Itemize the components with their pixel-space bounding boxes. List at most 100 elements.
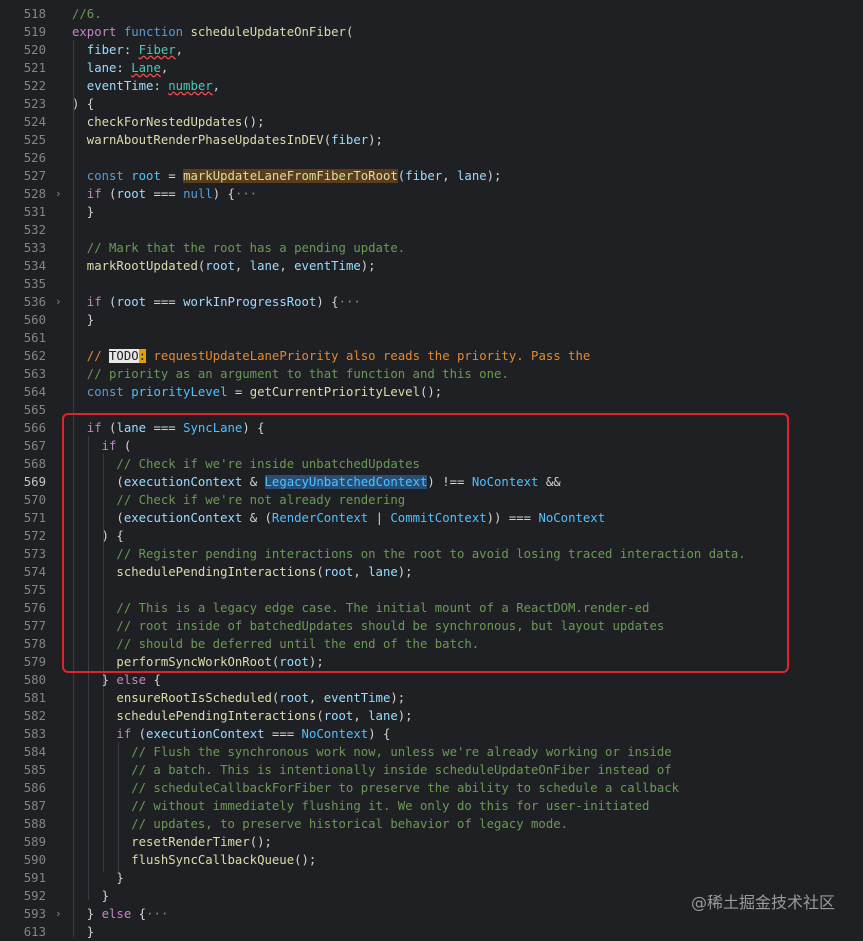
- code-line[interactable]: 525 warnAboutRenderPhaseUpdatesInDEV(fib…: [0, 131, 863, 149]
- line-number: 560: [23, 313, 46, 327]
- code-line[interactable]: 560 }: [0, 311, 863, 329]
- line-number: 581: [23, 691, 46, 705]
- fold-chevron-icon[interactable]: ›: [55, 185, 62, 203]
- code-line[interactable]: 524 checkForNestedUpdates();: [0, 113, 863, 131]
- line-number: 531: [23, 205, 46, 219]
- code-line[interactable]: 583 if (executionContext === NoContext) …: [0, 725, 863, 743]
- code-token: ,: [234, 259, 250, 273]
- code-token: ();: [294, 853, 317, 867]
- code-token: executionContext: [146, 727, 265, 741]
- code-token: resetRenderTimer: [72, 835, 250, 849]
- code-line[interactable]: 587 // without immediately flushing it. …: [0, 797, 863, 815]
- code-line[interactable]: 561: [0, 329, 863, 347]
- code-line[interactable]: 522 eventTime: number,: [0, 77, 863, 95]
- code-text: // Flush the synchronous work now, unles…: [72, 743, 671, 761]
- code-line[interactable]: 564 const priorityLevel = getCurrentPrio…: [0, 383, 863, 401]
- code-token: priorityLevel: [131, 385, 228, 399]
- code-token: ) {: [368, 727, 391, 741]
- line-number: 568: [23, 457, 46, 471]
- code-token: ,: [279, 259, 295, 273]
- code-token: function: [123, 25, 191, 39]
- code-line[interactable]: 585 // a batch. This is intentionally in…: [0, 761, 863, 779]
- code-token: markUpdateLaneFromFiberToRoot: [183, 169, 398, 183]
- code-line[interactable]: 588 // updates, to preserve historical b…: [0, 815, 863, 833]
- code-line[interactable]: 580 } else {: [0, 671, 863, 689]
- code-line[interactable]: 535: [0, 275, 863, 293]
- code-line[interactable]: 523) {: [0, 95, 863, 113]
- code-token: ···: [146, 907, 169, 921]
- code-text: }: [72, 887, 109, 905]
- code-token: );: [360, 259, 376, 273]
- code-token: root: [279, 691, 309, 705]
- code-line[interactable]: 582 schedulePendingInteractions(root, la…: [0, 707, 863, 725]
- code-token: root: [116, 295, 147, 309]
- code-line[interactable]: 584 // Flush the synchronous work now, u…: [0, 743, 863, 761]
- code-line[interactable]: 563 // priority as an argument to that f…: [0, 365, 863, 383]
- code-line[interactable]: 534 markRootUpdated(root, lane, eventTim…: [0, 257, 863, 275]
- code-line[interactable]: 519 export function scheduleUpdateOnFiber…: [0, 23, 863, 41]
- code-line[interactable]: 518 //6.: [0, 5, 863, 23]
- code-text: ensureRootIsScheduled(root, eventTime);: [72, 689, 405, 707]
- code-token: ,: [212, 79, 221, 93]
- code-token: =: [160, 169, 184, 183]
- code-token: // scheduleCallbackForFiber to preserve …: [72, 781, 680, 795]
- code-token: Lane: [131, 61, 161, 75]
- code-token: ensureRootIsScheduled: [72, 691, 272, 705]
- code-text: ) {: [72, 95, 94, 113]
- code-line[interactable]: 527 const root = markUpdateLaneFromFiber…: [0, 167, 863, 185]
- fold-chevron-icon[interactable]: ›: [55, 905, 62, 923]
- code-line[interactable]: 526: [0, 149, 863, 167]
- code-text: }: [72, 311, 94, 329]
- code-token: else: [116, 673, 154, 687]
- code-token: =: [227, 385, 250, 399]
- line-number: 582: [23, 709, 46, 723]
- line-number: 580: [23, 673, 46, 687]
- code-text: if (root === workInProgressRoot) {···: [72, 293, 361, 311]
- code-line[interactable]: 581 ensureRootIsScheduled(root, eventTim…: [0, 689, 863, 707]
- code-line[interactable]: 613 }: [0, 923, 863, 941]
- code-line[interactable]: 536 › if (root === workInProgressRoot) {·…: [0, 293, 863, 311]
- code-token: //6.: [72, 7, 102, 21]
- line-number: 524: [23, 115, 46, 129]
- code-token: ,: [175, 43, 184, 57]
- code-token: number: [168, 79, 213, 93]
- code-text: }: [72, 869, 123, 887]
- code-line[interactable]: 532: [0, 221, 863, 239]
- code-token: ,: [308, 691, 324, 705]
- line-number: 576: [23, 601, 46, 615]
- code-token: }: [72, 205, 95, 219]
- line-number: 536: [23, 295, 46, 309]
- code-text: flushSyncCallbackQueue();: [72, 851, 316, 869]
- line-number: 567: [23, 439, 46, 453]
- code-token: }: [72, 313, 95, 327]
- fold-chevron-icon[interactable]: ›: [55, 293, 62, 311]
- code-token: (: [323, 133, 332, 147]
- code-token: // without immediately flushing it. We o…: [72, 799, 650, 813]
- code-text: schedulePendingInteractions(root, lane);: [72, 707, 412, 725]
- code-token: checkForNestedUpdates: [72, 115, 243, 129]
- code-line[interactable]: 590 flushSyncCallbackQueue();: [0, 851, 863, 869]
- line-number: 521: [23, 61, 46, 75]
- code-line[interactable]: 586 // scheduleCallbackForFiber to prese…: [0, 779, 863, 797]
- code-line[interactable]: 533 // Mark that the root has a pending …: [0, 239, 863, 257]
- code-line[interactable]: 520 fiber: Fiber,: [0, 41, 863, 59]
- code-line[interactable]: 591 }: [0, 869, 863, 887]
- code-text: const priorityLevel = getCurrentPriority…: [72, 383, 442, 401]
- code-line[interactable]: 562 // TODO: requestUpdateLanePriority a…: [0, 347, 863, 365]
- code-text: eventTime: number,: [72, 77, 220, 95]
- code-line[interactable]: 528 › if (root === null) {···: [0, 185, 863, 203]
- code-text: } else {···: [72, 905, 168, 923]
- code-text: lane: Lane,: [72, 59, 168, 77]
- code-token: (: [345, 25, 354, 39]
- code-text: warnAboutRenderPhaseUpdatesInDEV(fiber);: [72, 131, 383, 149]
- code-token: );: [390, 691, 406, 705]
- code-editor[interactable]: 518 //6. 519 export function scheduleUpdate…: [0, 0, 863, 939]
- code-token: if: [72, 295, 110, 309]
- code-line[interactable]: 521 lane: Lane,: [0, 59, 863, 77]
- code-text: resetRenderTimer();: [72, 833, 272, 851]
- code-token: (: [316, 709, 324, 723]
- code-line[interactable]: 531 }: [0, 203, 863, 221]
- code-line[interactable]: 589 resetRenderTimer();: [0, 833, 863, 851]
- code-token: flushSyncCallbackQueue: [72, 853, 295, 867]
- code-text: if (root === null) {···: [72, 185, 257, 203]
